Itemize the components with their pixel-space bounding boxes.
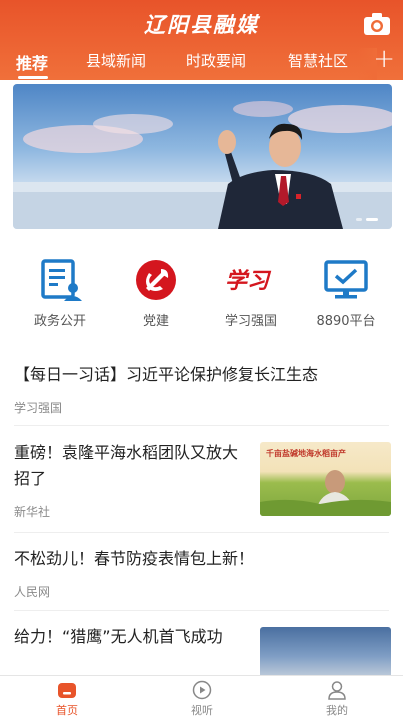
quick-8890[interactable]: 8890平台 bbox=[296, 258, 396, 329]
add-channel-button[interactable]: + bbox=[373, 44, 395, 74]
news-thumbnail bbox=[260, 627, 391, 675]
party-emblem-icon bbox=[133, 258, 179, 302]
nav-home[interactable]: 首页 bbox=[27, 680, 107, 718]
news-source: 新华社 bbox=[14, 505, 51, 519]
news-title: 给力！“猎鹰”无人机首飞成功 bbox=[14, 627, 223, 646]
news-item[interactable]: 重磅！袁隆平海水稻团队又放大招了 新华社 千亩盐碱地海水稻亩产 bbox=[0, 440, 403, 520]
svg-text:学习: 学习 bbox=[225, 268, 272, 294]
active-tab-indicator bbox=[18, 76, 48, 79]
pager-dot-active bbox=[366, 218, 378, 221]
app-screen: 辽阳县融媒 推荐 县域新闻 时政要闻 智慧社区 + 政务公开 党建 学习 学习强… bbox=[0, 0, 403, 719]
bottom-nav: 首页 视听 我的 bbox=[0, 675, 403, 719]
hero-banner[interactable] bbox=[13, 84, 392, 229]
news-title: 不松劲儿！春节防疫表情包上新！ bbox=[14, 549, 255, 568]
news-title: 【每日一习话】习近平论保护修复长江生态 bbox=[14, 365, 319, 384]
tab-politics[interactable]: 时政要闻 bbox=[186, 50, 246, 71]
monitor-check-icon bbox=[323, 258, 369, 302]
xuexi-logo-icon: 学习 bbox=[225, 258, 274, 302]
quick-label: 学习强国 bbox=[224, 314, 277, 329]
divider bbox=[14, 610, 389, 611]
nav-media[interactable]: 视听 bbox=[162, 680, 242, 718]
quick-label: 8890平台 bbox=[316, 314, 376, 329]
quick-xuexi[interactable]: 学习 学习强国 bbox=[201, 258, 301, 329]
camera-icon[interactable] bbox=[363, 12, 391, 36]
nav-label: 视听 bbox=[191, 704, 213, 717]
news-source: 人民网 bbox=[14, 585, 51, 599]
home-icon bbox=[56, 680, 78, 700]
nav-mine[interactable]: 我的 bbox=[297, 680, 377, 718]
divider bbox=[14, 425, 389, 426]
news-item[interactable]: 不松劲儿！春节防疫表情包上新！ 人民网 bbox=[0, 546, 403, 606]
banner-image bbox=[13, 101, 392, 229]
tab-county-news[interactable]: 县域新闻 bbox=[86, 50, 146, 71]
banner-pager bbox=[356, 218, 378, 221]
thumb-caption: 千亩盐碱地海水稻亩产 bbox=[266, 448, 346, 458]
tab-recommend[interactable]: 推荐 bbox=[16, 50, 48, 74]
quick-label: 政务公开 bbox=[33, 314, 86, 329]
news-thumbnail: 千亩盐碱地海水稻亩产 bbox=[260, 442, 391, 516]
app-title: 辽阳县融媒 bbox=[144, 12, 259, 37]
quick-links: 政务公开 党建 学习 学习强国 8890平台 bbox=[0, 258, 403, 330]
news-item[interactable]: 给力！“猎鹰”无人机首飞成功 bbox=[0, 624, 403, 676]
top-header: 辽阳县融媒 推荐 县域新闻 时政要闻 智慧社区 + bbox=[0, 0, 403, 80]
divider bbox=[14, 532, 389, 533]
nav-label: 首页 bbox=[56, 704, 78, 717]
pager-dot bbox=[356, 218, 362, 221]
quick-gov-affairs[interactable]: 政务公开 bbox=[10, 258, 110, 329]
news-title: 重磅！袁隆平海水稻团队又放大招了 bbox=[14, 443, 239, 488]
user-icon bbox=[326, 680, 348, 700]
nav-label: 我的 bbox=[326, 704, 348, 717]
news-source: 学习强国 bbox=[14, 401, 63, 415]
channel-tabs: 推荐 县域新闻 时政要闻 智慧社区 + bbox=[0, 44, 403, 80]
tab-smart-community[interactable]: 智慧社区 bbox=[288, 50, 348, 71]
news-item[interactable]: 【每日一习话】习近平论保护修复长江生态 学习强国 bbox=[0, 362, 403, 422]
document-icon bbox=[37, 258, 83, 302]
play-icon bbox=[191, 680, 213, 700]
quick-label: 党建 bbox=[142, 314, 169, 329]
quick-party-building[interactable]: 党建 bbox=[106, 258, 206, 329]
